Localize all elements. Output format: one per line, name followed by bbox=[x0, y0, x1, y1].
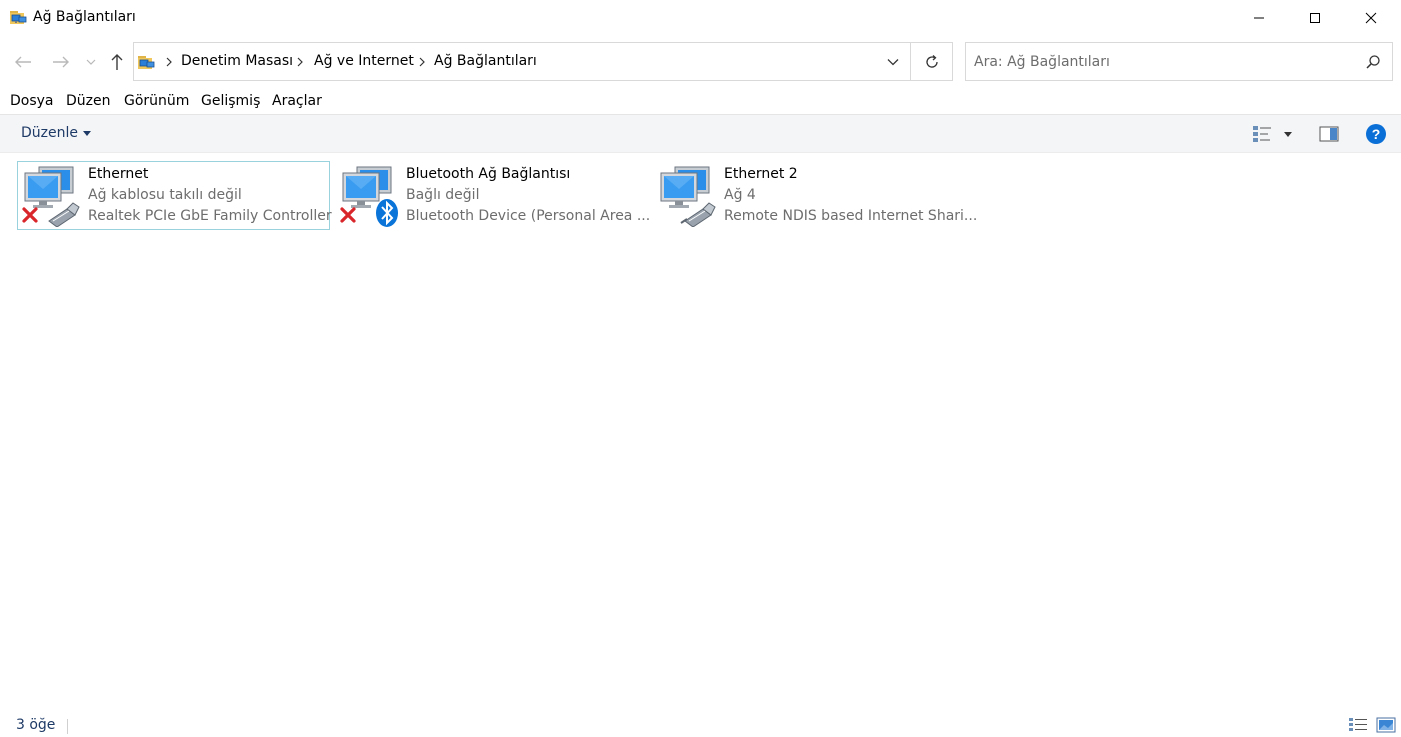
maximize-icon bbox=[1310, 13, 1320, 23]
title-bar: Ağ Bağlantıları bbox=[0, 0, 1401, 36]
close-button[interactable] bbox=[1348, 0, 1394, 36]
arrow-right-icon bbox=[53, 56, 69, 68]
preview-pane-icon bbox=[1319, 126, 1339, 142]
connection-status: Ağ kablosu takılı değil bbox=[88, 187, 242, 203]
preview-pane-button[interactable] bbox=[1318, 123, 1340, 145]
chevron-down-icon bbox=[887, 58, 899, 65]
menu-bar: Dosya Düzen Görünüm Gelişmiş Araçlar bbox=[0, 90, 1401, 114]
chevron-down-icon bbox=[86, 59, 96, 65]
ethernet-connected-icon bbox=[660, 166, 716, 227]
refresh-icon bbox=[925, 54, 938, 68]
menu-file[interactable]: Dosya bbox=[10, 93, 54, 109]
caret-down-icon bbox=[83, 130, 91, 136]
forward-button[interactable] bbox=[48, 48, 74, 76]
organize-button[interactable]: Düzenle bbox=[21, 125, 91, 141]
caret-down-icon bbox=[1284, 131, 1292, 137]
menu-advanced[interactable]: Gelişmiş bbox=[201, 93, 260, 109]
help-icon: ? bbox=[1366, 124, 1386, 144]
maximize-button[interactable] bbox=[1292, 0, 1338, 36]
minimize-button[interactable] bbox=[1236, 0, 1282, 36]
back-button[interactable] bbox=[10, 48, 36, 76]
command-bar: Düzenle ? bbox=[0, 114, 1401, 153]
control-panel-icon bbox=[138, 56, 155, 69]
connection-device: Remote NDIS based Internet Shari... bbox=[724, 208, 978, 224]
up-button[interactable] bbox=[104, 48, 130, 76]
chevron-right-icon bbox=[166, 57, 172, 67]
connection-device: Bluetooth Device (Personal Area ... bbox=[406, 208, 651, 224]
connection-name: Bluetooth Ağ Bağlantısı bbox=[406, 166, 571, 182]
recent-locations-button[interactable] bbox=[80, 48, 102, 76]
bluetooth-disconnected-icon bbox=[340, 166, 398, 227]
refresh-button[interactable] bbox=[911, 43, 952, 80]
close-icon bbox=[1365, 12, 1377, 24]
arrow-up-icon bbox=[111, 54, 123, 70]
connection-name: Ethernet 2 bbox=[724, 166, 798, 182]
search-icon[interactable] bbox=[1364, 53, 1382, 71]
details-view-icon[interactable] bbox=[1348, 716, 1368, 734]
search-box[interactable] bbox=[965, 42, 1393, 81]
item-count: 3 öğe bbox=[16, 717, 56, 733]
change-view-button[interactable] bbox=[1251, 123, 1273, 145]
connection-status: Bağlı değil bbox=[406, 187, 480, 203]
menu-tools[interactable]: Araçlar bbox=[272, 93, 322, 109]
view-options-dropdown[interactable] bbox=[1280, 123, 1296, 145]
help-button[interactable]: ? bbox=[1364, 123, 1388, 145]
menu-edit[interactable]: Düzen bbox=[66, 93, 111, 109]
status-divider bbox=[67, 719, 68, 734]
chevron-right-icon[interactable] bbox=[295, 54, 305, 70]
large-icons-view-icon[interactable] bbox=[1376, 716, 1396, 734]
breadcrumb-network-internet[interactable]: Ağ ve Internet bbox=[314, 53, 414, 69]
connection-item-ethernet[interactable]: Ethernet Ağ kablosu takılı değil Realtek… bbox=[17, 161, 332, 230]
window-title: Ağ Bağlantıları bbox=[33, 9, 136, 25]
network-connections-icon bbox=[10, 11, 27, 24]
breadcrumb-network-connections[interactable]: Ağ Bağlantıları bbox=[434, 53, 537, 69]
search-input[interactable] bbox=[972, 51, 1352, 73]
connection-item-bluetooth[interactable]: Bluetooth Ağ Bağlantısı Bağlı değil Blue… bbox=[335, 161, 651, 230]
connection-name: Ethernet bbox=[88, 166, 149, 182]
svg-text:?: ? bbox=[1372, 126, 1381, 142]
ethernet-disconnected-icon bbox=[22, 166, 80, 227]
minimize-icon bbox=[1254, 17, 1264, 19]
connection-item-ethernet-2[interactable]: Ethernet 2 Ağ 4 Remote NDIS based Intern… bbox=[653, 161, 977, 230]
details-view-icon bbox=[1253, 126, 1271, 142]
chevron-right-icon[interactable] bbox=[417, 54, 427, 70]
breadcrumb-control-panel[interactable]: Denetim Masası bbox=[181, 53, 293, 69]
status-bar: 3 öğe bbox=[0, 712, 1401, 737]
connection-status: Ağ 4 bbox=[724, 187, 756, 203]
address-history-button[interactable] bbox=[876, 43, 910, 80]
organize-label: Düzenle bbox=[21, 125, 78, 141]
arrow-left-icon bbox=[15, 56, 31, 68]
menu-view[interactable]: Görünüm bbox=[124, 93, 189, 109]
connection-device: Realtek PCIe GbE Family Controller bbox=[88, 208, 332, 224]
address-bar[interactable]: Denetim Masası Ağ ve Internet Ağ Bağlant… bbox=[133, 42, 953, 81]
